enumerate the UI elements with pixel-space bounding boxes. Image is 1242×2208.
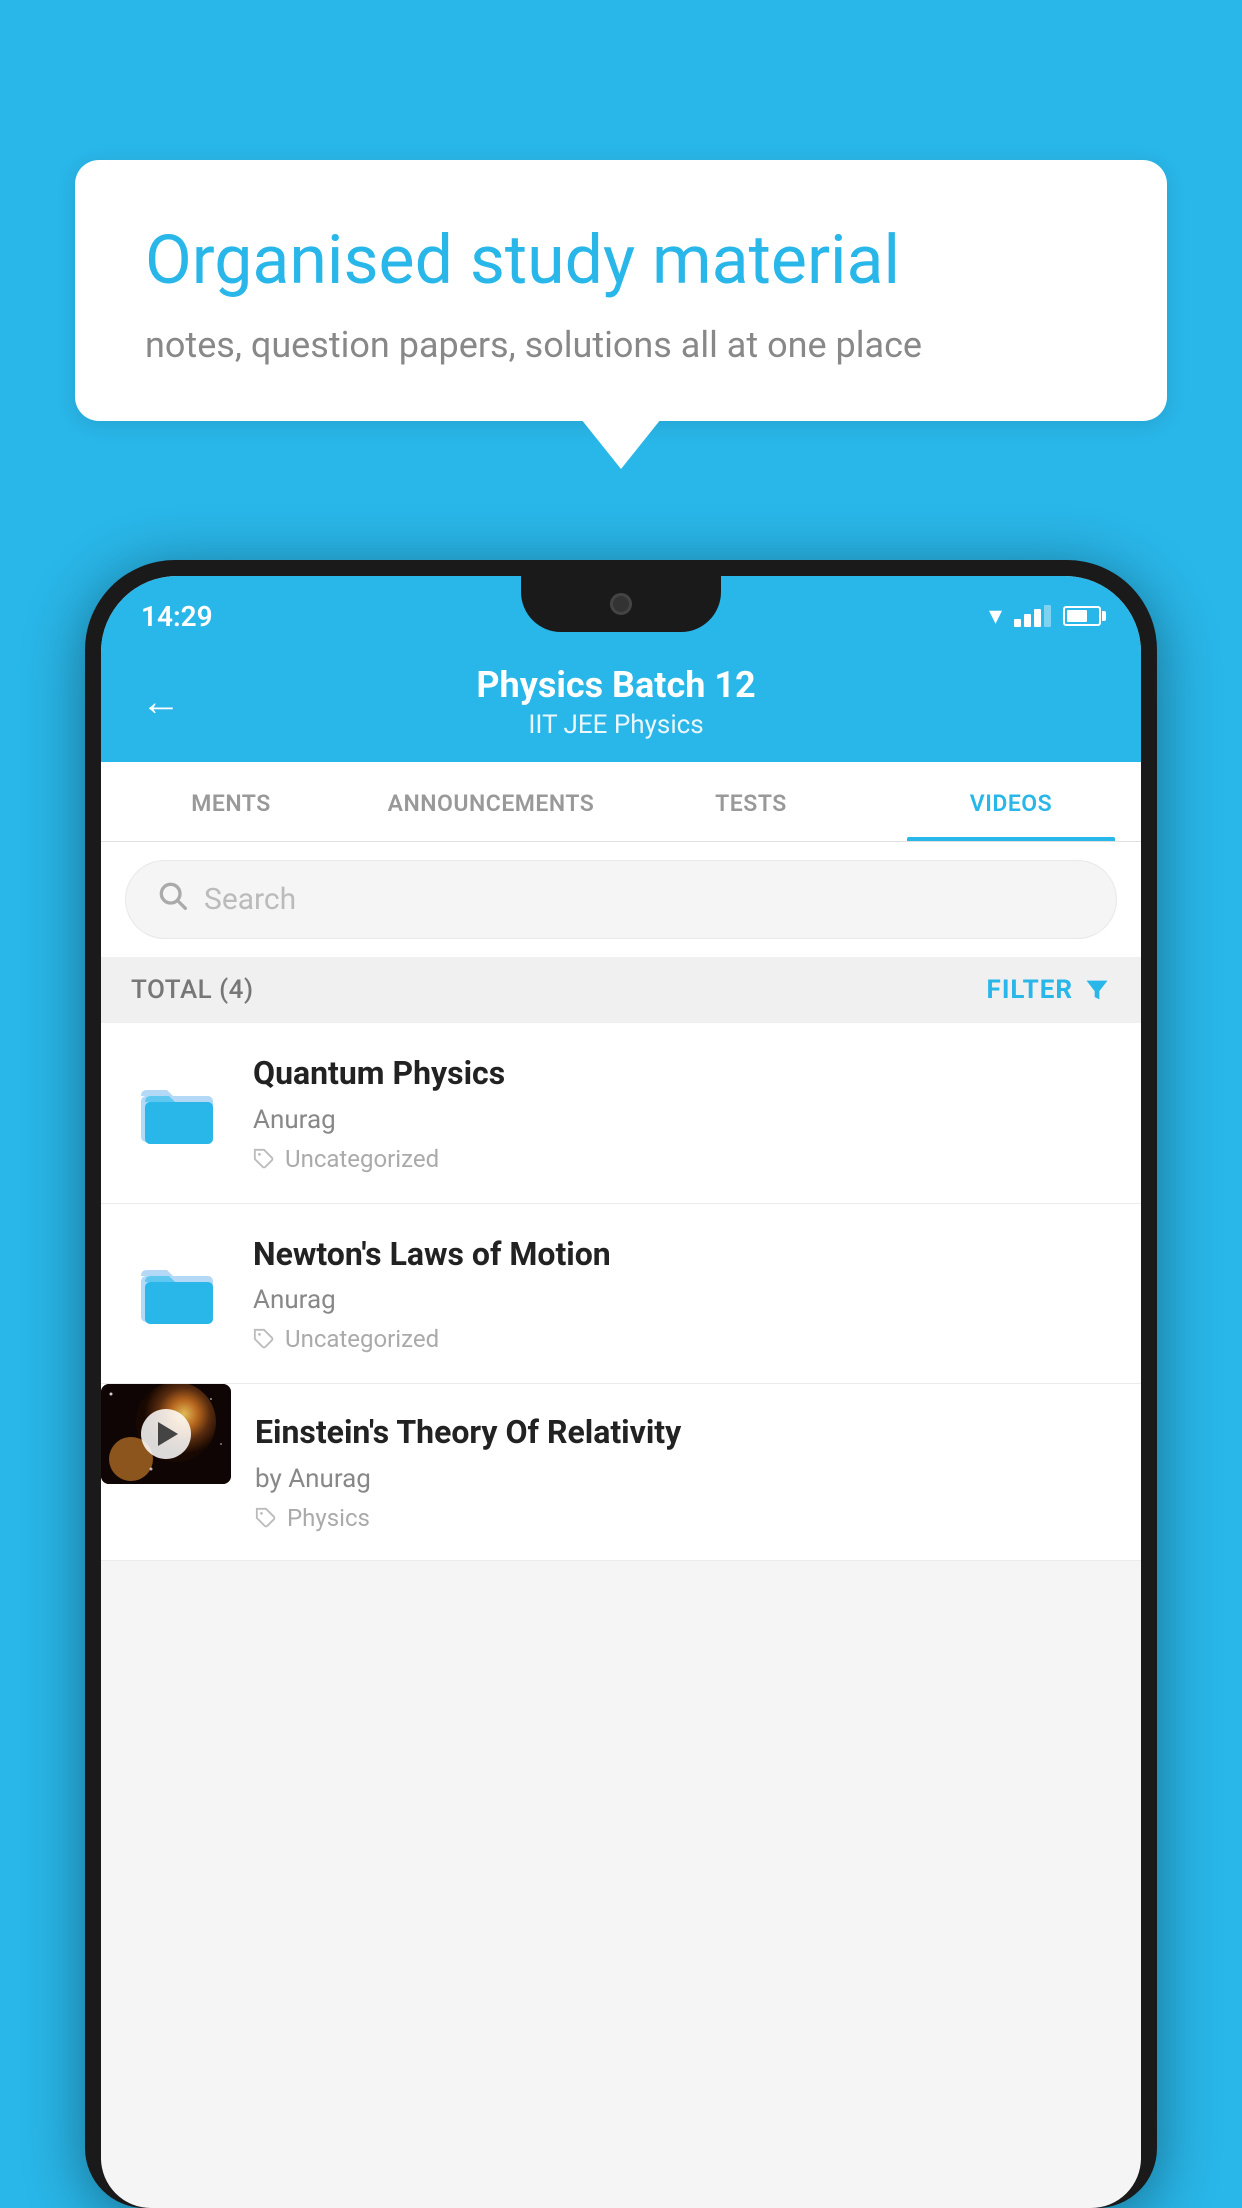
video-title: Newton's Laws of Motion xyxy=(253,1234,1113,1276)
search-bar[interactable]: Search xyxy=(125,860,1117,939)
video-thumbnail xyxy=(101,1384,231,1484)
back-button[interactable]: ← xyxy=(141,682,181,722)
search-container: Search xyxy=(101,842,1141,957)
list-item[interactable]: Quantum Physics Anurag Uncategorized xyxy=(101,1023,1141,1204)
tabs-container: MENTS ANNOUNCEMENTS TESTS VIDEOS xyxy=(101,762,1141,842)
tab-ments[interactable]: MENTS xyxy=(101,762,361,841)
video-author: by Anurag xyxy=(255,1464,1113,1494)
app-header: ← Physics Batch 12 IIT JEE Physics xyxy=(101,646,1141,762)
folder-icon xyxy=(129,1063,229,1163)
video-info: Quantum Physics Anurag Uncategorized xyxy=(253,1053,1113,1173)
play-triangle-icon xyxy=(158,1422,178,1446)
video-title: Quantum Physics xyxy=(253,1053,1113,1095)
battery-fill xyxy=(1067,610,1087,622)
header-subtitle: IIT JEE Physics xyxy=(201,710,1031,740)
filter-icon xyxy=(1083,976,1111,1004)
header-title-group: Physics Batch 12 IIT JEE Physics xyxy=(201,664,1031,740)
tab-videos[interactable]: VIDEOS xyxy=(881,762,1141,841)
video-title: Einstein's Theory Of Relativity xyxy=(255,1412,1113,1454)
video-tag-text: Physics xyxy=(287,1504,370,1532)
filter-bar: TOTAL (4) FILTER xyxy=(101,957,1141,1023)
folder-icon xyxy=(129,1243,229,1343)
total-count: TOTAL (4) xyxy=(131,975,254,1005)
video-info: Newton's Laws of Motion Anurag Uncategor… xyxy=(253,1234,1113,1354)
search-icon xyxy=(156,879,188,920)
video-tag: Physics xyxy=(255,1504,1113,1532)
video-author: Anurag xyxy=(253,1285,1113,1315)
video-tag: Uncategorized xyxy=(253,1325,1113,1353)
play-button[interactable] xyxy=(141,1409,191,1459)
video-info: Einstein's Theory Of Relativity by Anura… xyxy=(255,1384,1113,1560)
video-list: Quantum Physics Anurag Uncategorized xyxy=(101,1023,1141,1561)
search-input[interactable]: Search xyxy=(204,882,296,917)
status-icons: ▾ xyxy=(989,601,1101,631)
signal-icon xyxy=(1014,605,1051,627)
video-author: Anurag xyxy=(253,1105,1113,1135)
video-tag: Uncategorized xyxy=(253,1145,1113,1173)
list-item[interactable]: Newton's Laws of Motion Anurag Uncategor… xyxy=(101,1204,1141,1385)
tab-tests[interactable]: TESTS xyxy=(621,762,881,841)
status-time: 14:29 xyxy=(141,600,213,633)
list-item[interactable]: Einstein's Theory Of Relativity by Anura… xyxy=(101,1384,1141,1561)
bubble-subtitle: notes, question papers, solutions all at… xyxy=(145,324,1097,366)
wifi-icon: ▾ xyxy=(989,601,1002,631)
tag-icon xyxy=(253,1148,275,1170)
speech-bubble: Organised study material notes, question… xyxy=(75,160,1167,421)
tab-announcements[interactable]: ANNOUNCEMENTS xyxy=(361,762,621,841)
front-camera xyxy=(610,593,632,615)
video-tag-text: Uncategorized xyxy=(285,1325,439,1353)
phone-frame: 14:29 ▾ ← Physics Batch xyxy=(85,560,1157,2208)
tag-icon xyxy=(255,1507,277,1529)
bubble-title: Organised study material xyxy=(145,220,1097,302)
filter-label: FILTER xyxy=(987,975,1073,1005)
phone-screen: 14:29 ▾ ← Physics Batch xyxy=(101,576,1141,2208)
notch xyxy=(521,576,721,632)
filter-button[interactable]: FILTER xyxy=(987,975,1111,1005)
battery-icon xyxy=(1063,606,1101,626)
tag-icon xyxy=(253,1328,275,1350)
header-title: Physics Batch 12 xyxy=(201,664,1031,706)
video-tag-text: Uncategorized xyxy=(285,1145,439,1173)
